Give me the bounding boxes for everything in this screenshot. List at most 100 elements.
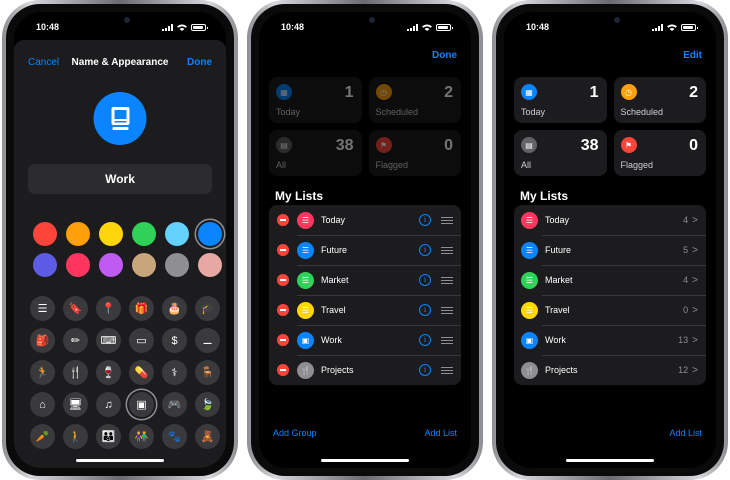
info-icon[interactable]: i bbox=[419, 304, 431, 316]
screen: 10:48 Done ▦ 1 Today ◷ 2 Scheduled ▤ 38 All ⚑ 0 Fla… bbox=[259, 12, 471, 468]
color-swatch[interactable] bbox=[98, 253, 123, 277]
house-icon[interactable]: ⌂ bbox=[30, 392, 55, 417]
list-name-field[interactable]: Work bbox=[28, 164, 212, 194]
reorder-handle-icon[interactable] bbox=[441, 336, 453, 344]
list-row[interactable]: ☰ Travel 0 > bbox=[514, 295, 706, 325]
chair-icon[interactable]: 🪑 bbox=[195, 360, 220, 385]
tray-icon: ▤ bbox=[521, 137, 537, 153]
teddy-bear-icon[interactable]: 🧸 bbox=[195, 424, 220, 449]
bookmark-icon[interactable]: 🔖 bbox=[63, 296, 88, 321]
reorder-handle-icon[interactable] bbox=[441, 276, 453, 284]
leaf-icon[interactable]: 🍃 bbox=[195, 392, 220, 417]
pencil-ruler-icon[interactable]: ✏ bbox=[63, 328, 88, 353]
smart-list-all[interactable]: ▤ 38 All bbox=[269, 130, 362, 176]
runner-icon[interactable]: 🏃 bbox=[30, 360, 55, 385]
name-appearance-sheet: Name & Appearance Cancel Done Work ☰ 🔖 📍 🎁 🎂… bbox=[14, 40, 226, 468]
color-swatch[interactable] bbox=[197, 222, 222, 246]
carrot-icon[interactable]: 🥕 bbox=[30, 424, 55, 449]
reorder-handle-icon[interactable] bbox=[441, 246, 453, 254]
gift-icon[interactable]: 🎁 bbox=[129, 296, 154, 321]
color-swatch[interactable] bbox=[65, 222, 90, 246]
color-swatch[interactable] bbox=[131, 222, 156, 246]
add-list-button[interactable]: Add List bbox=[424, 428, 457, 438]
color-swatch[interactable] bbox=[164, 253, 189, 277]
delete-circle-icon[interactable] bbox=[277, 244, 289, 256]
person-icon[interactable]: 🚶 bbox=[63, 424, 88, 449]
smart-list-today[interactable]: ▦ 1 Today bbox=[269, 77, 362, 123]
smart-list-all[interactable]: ▤ 38 All bbox=[514, 130, 607, 176]
color-swatch[interactable] bbox=[197, 253, 222, 277]
smart-list-flagged[interactable]: ⚑ 0 Flagged bbox=[368, 130, 461, 176]
list-row[interactable]: ☰ Future i bbox=[269, 235, 461, 265]
pills-icon[interactable]: 💊 bbox=[129, 360, 154, 385]
delete-circle-icon[interactable] bbox=[277, 304, 289, 316]
reorder-handle-icon[interactable] bbox=[441, 306, 453, 314]
info-icon[interactable]: i bbox=[419, 244, 431, 256]
people-icon[interactable]: 👫 bbox=[129, 424, 154, 449]
home-indicator[interactable] bbox=[566, 459, 654, 462]
gamepad-icon[interactable]: 🎮 bbox=[162, 392, 187, 417]
delete-circle-icon[interactable] bbox=[277, 274, 289, 286]
my-lists-heading: My Lists bbox=[275, 189, 324, 203]
add-list-button[interactable]: Add List bbox=[669, 428, 702, 438]
pin-icon[interactable]: 📍 bbox=[96, 296, 121, 321]
list-row[interactable]: ▣ Work 13 > bbox=[514, 325, 706, 355]
info-icon[interactable]: i bbox=[419, 214, 431, 226]
list-row[interactable]: 🍴 Projects 12 > bbox=[514, 355, 706, 385]
smart-list-scheduled[interactable]: ◷ 2 Scheduled bbox=[368, 77, 461, 123]
cake-icon[interactable]: 🎂 bbox=[162, 296, 187, 321]
smart-list-scheduled[interactable]: ◷ 2 Scheduled bbox=[613, 77, 706, 123]
cancel-button[interactable]: Cancel bbox=[28, 57, 59, 68]
done-button[interactable]: Done bbox=[187, 57, 212, 68]
list-icon[interactable]: ☰ bbox=[30, 296, 55, 321]
monitor-icon[interactable]: 🖥 bbox=[63, 392, 88, 417]
list-row[interactable]: 🍴 Projects i bbox=[269, 355, 461, 385]
delete-circle-icon[interactable] bbox=[277, 214, 289, 226]
paw-icon[interactable]: 🐾 bbox=[162, 424, 187, 449]
credit-card-icon[interactable]: ▭ bbox=[129, 328, 154, 353]
add-group-button[interactable]: Add Group bbox=[273, 428, 317, 438]
home-indicator[interactable] bbox=[76, 459, 164, 462]
fork-knife-icon[interactable]: 🍴 bbox=[63, 360, 88, 385]
reorder-handle-icon[interactable] bbox=[441, 366, 453, 374]
list-row[interactable]: ☰ Today 4 > bbox=[514, 205, 706, 235]
phone-name-appearance: 10:48 Name & Appearance Cancel Done Work… bbox=[2, 0, 238, 480]
list-row[interactable]: ☰ Today i bbox=[269, 205, 461, 235]
list-row[interactable]: ☰ Market i bbox=[269, 265, 461, 295]
list-row[interactable]: ☰ Travel i bbox=[269, 295, 461, 325]
computer-icon[interactable]: ▣ bbox=[129, 392, 154, 417]
list-row[interactable]: ☰ Future 5 > bbox=[514, 235, 706, 265]
money-icon[interactable]: $ bbox=[162, 328, 187, 353]
family-icon[interactable]: 👪 bbox=[96, 424, 121, 449]
color-swatch[interactable] bbox=[32, 222, 57, 246]
info-icon[interactable]: i bbox=[419, 364, 431, 376]
color-swatch[interactable] bbox=[32, 253, 57, 277]
stethoscope-icon[interactable]: ⚕ bbox=[162, 360, 187, 385]
music-note-icon[interactable]: ♫ bbox=[96, 392, 121, 417]
color-swatch[interactable] bbox=[65, 253, 90, 277]
keyboard-icon[interactable]: ⌨ bbox=[96, 328, 121, 353]
reorder-handle-icon[interactable] bbox=[441, 216, 453, 224]
color-swatch[interactable] bbox=[131, 253, 156, 277]
delete-circle-icon[interactable] bbox=[277, 364, 289, 376]
backpack-icon[interactable]: 🎒 bbox=[30, 328, 55, 353]
smart-list-label: All bbox=[276, 160, 287, 170]
color-swatch[interactable] bbox=[164, 222, 189, 246]
edit-button[interactable]: Edit bbox=[683, 50, 702, 61]
wine-glass-icon[interactable]: 🍷 bbox=[96, 360, 121, 385]
graduation-cap-icon[interactable]: 🎓 bbox=[195, 296, 220, 321]
list-row[interactable]: ▣ Work i bbox=[269, 325, 461, 355]
list-row[interactable]: ☰ Market 4 > bbox=[514, 265, 706, 295]
smart-list-flagged[interactable]: ⚑ 0 Flagged bbox=[613, 130, 706, 176]
dumbbell-icon[interactable]: ⚊ bbox=[195, 328, 220, 353]
clock-icon: ◷ bbox=[620, 84, 637, 100]
info-icon[interactable]: i bbox=[419, 334, 431, 346]
battery-icon bbox=[436, 24, 453, 31]
color-swatch[interactable] bbox=[98, 222, 123, 246]
info-icon[interactable]: i bbox=[419, 274, 431, 286]
done-button[interactable]: Done bbox=[432, 50, 457, 61]
home-indicator[interactable] bbox=[321, 459, 409, 462]
delete-circle-icon[interactable] bbox=[277, 334, 289, 346]
chevron-right-icon: > bbox=[692, 304, 698, 316]
smart-list-today[interactable]: ▦ 1 Today bbox=[514, 77, 607, 123]
